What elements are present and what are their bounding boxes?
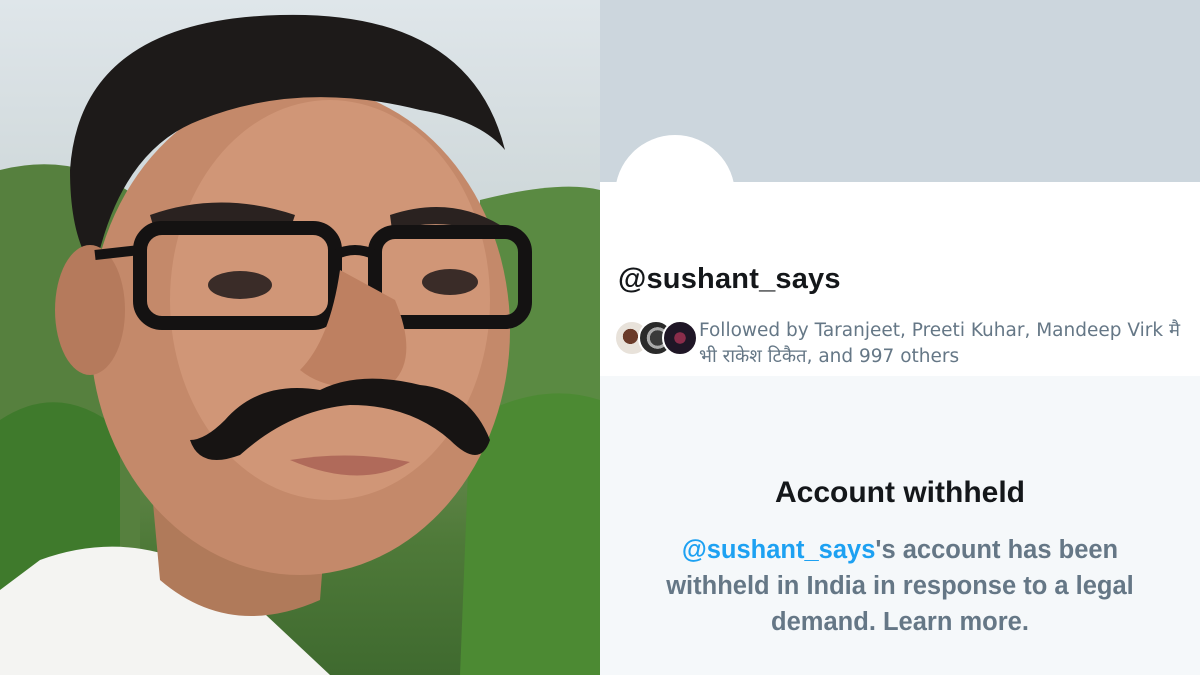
man-portrait-image bbox=[0, 14, 600, 675]
followers-you-know[interactable]: Followed by Taranjeet, Preeti Kuhar, Man… bbox=[614, 318, 1194, 367]
profile-photo bbox=[0, 0, 600, 675]
profile-handle: @sushant_says bbox=[618, 263, 841, 295]
followed-by-text: Followed by Taranjeet, Preeti Kuhar, Man… bbox=[699, 320, 1181, 367]
follower-avatars bbox=[614, 320, 698, 358]
withheld-message: @sushant_says's account has been withhel… bbox=[650, 532, 1150, 640]
learn-more-link[interactable]: Learn more. bbox=[883, 608, 1029, 636]
profile-avatar-placeholder[interactable] bbox=[615, 135, 735, 255]
withheld-title: Account withheld bbox=[775, 476, 1025, 509]
profile-panel: @sushant_says Followed by Taranjeet, Pre… bbox=[600, 0, 1200, 675]
handle-link[interactable]: @sushant_says bbox=[682, 536, 876, 564]
follower-avatar bbox=[662, 320, 698, 356]
withheld-notice: Account withheld @sushant_says's account… bbox=[600, 476, 1200, 640]
